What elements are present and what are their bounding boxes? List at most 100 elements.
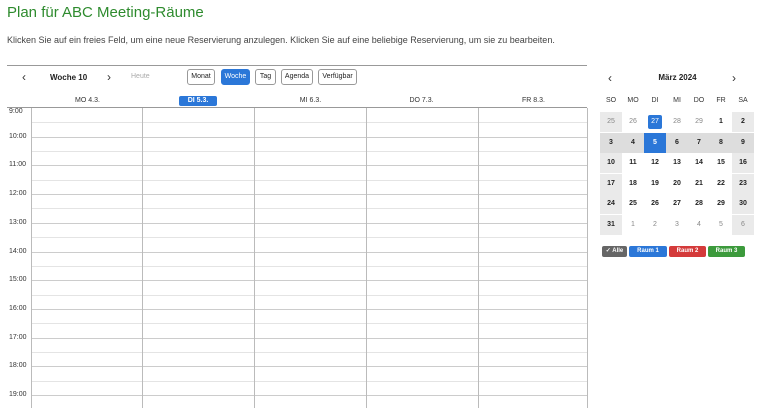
hour-label: 13:00	[9, 218, 27, 226]
legend-room-filter[interactable]: Raum 1	[629, 246, 667, 257]
next-week-icon[interactable]: ›	[107, 71, 111, 83]
hour-line	[31, 395, 587, 396]
hour-line	[31, 337, 587, 339]
hour-label: 10:00	[9, 132, 27, 140]
view-month-button[interactable]: Monat	[187, 69, 215, 85]
mini-day-cell[interactable]: 15	[710, 153, 732, 173]
hour-line	[31, 222, 587, 224]
half-hour-line	[31, 351, 587, 353]
mini-day-cell[interactable]: 6	[666, 132, 688, 153]
time-grid[interactable]: 9:00 10:00 11:00 12:00 13:00 14:00 15:00 16:00 1…	[7, 107, 588, 408]
legend-label: Alle	[612, 248, 624, 254]
day-column-divider	[478, 108, 479, 408]
hour-line	[31, 308, 587, 310]
mini-day-cell[interactable]: 20	[666, 174, 688, 194]
mini-weekday-row: SO MO DI MI DO FR SA	[600, 94, 755, 112]
mini-day-cell[interactable]: 31	[600, 214, 622, 235]
next-month-icon[interactable]: ›	[732, 72, 736, 84]
mini-day-cell[interactable]: 1	[710, 112, 732, 132]
mini-day-cell[interactable]: 27	[666, 194, 688, 214]
mini-day-cell[interactable]: 24	[600, 194, 622, 214]
mini-day-cell[interactable]: 7	[688, 132, 710, 153]
mini-day-cell[interactable]: 3	[666, 215, 688, 235]
mini-day-cell[interactable]: 5	[644, 132, 666, 153]
mini-weekday-header: SA	[738, 97, 748, 104]
mini-day-cell[interactable]: 26	[644, 194, 666, 214]
hour-label: 18:00	[9, 362, 27, 370]
legend-room-filter[interactable]: Raum 3	[708, 246, 745, 257]
mini-day-cell[interactable]: 3	[600, 132, 622, 153]
mini-weekday-header: DI	[651, 97, 659, 104]
mini-day-cell[interactable]: 2	[732, 112, 754, 132]
hour-line	[31, 136, 587, 138]
day-column-divider	[142, 108, 143, 408]
mini-day-cell[interactable]: 1	[622, 215, 644, 235]
mini-day-cell[interactable]: 9	[732, 132, 754, 153]
view-availability-button[interactable]: Verfügbar	[318, 69, 357, 85]
day-header-row: MO 4.3. DI 5.3. MI 6.3. DO 7.3. FR 8.3.	[7, 94, 587, 108]
mini-day-cell[interactable]: 29	[710, 194, 732, 214]
mini-weekday-header: FR	[716, 97, 726, 104]
week-calendar: MO 4.3. DI 5.3. MI 6.3. DO 7.3. FR 8.3. …	[7, 94, 588, 408]
mini-day-cell[interactable]: 12	[644, 153, 666, 173]
hour-label: 9:00	[9, 108, 23, 115]
mini-day-cell[interactable]: 23	[732, 173, 754, 194]
half-hour-line	[31, 265, 587, 267]
view-week-button[interactable]: Woche	[221, 69, 250, 85]
mini-weekday-header: MO	[627, 97, 639, 104]
mini-week-row: 24 25 26 27 28 29 30	[600, 194, 755, 215]
half-hour-line	[31, 323, 587, 325]
mini-day-cell[interactable]: 29	[688, 112, 710, 132]
hour-label: 11:00	[9, 161, 26, 169]
day-header-fri: FR 8.3.	[522, 97, 545, 104]
day-column-divider	[31, 108, 32, 408]
mini-day-cell[interactable]: 28	[666, 112, 688, 132]
hour-label: 16:00	[9, 304, 27, 312]
mini-day-cell[interactable]: 11	[622, 153, 644, 173]
mini-day-cell[interactable]: 14	[688, 153, 710, 173]
page-instructions: Klicken Sie auf ein freies Feld, um eine…	[7, 35, 555, 45]
day-header-tue: DI 5.3.	[179, 96, 217, 106]
mini-day-cell[interactable]: 2	[644, 215, 666, 235]
mini-day-cell[interactable]: 30	[732, 194, 754, 214]
legend-all-filter[interactable]: ✓ Alle	[602, 246, 627, 257]
mini-calendar-grid: SO MO DI MI DO FR SA 25 26 27 28 29 1 2 3 4 5 6 7 8 9 10 11 12 1…	[600, 94, 755, 235]
mini-day-cell[interactable]: 17	[600, 173, 622, 194]
mini-day-cell[interactable]: 22	[710, 174, 732, 194]
mini-day-cell[interactable]: 26	[622, 112, 644, 132]
mini-day-cell[interactable]: 28	[688, 194, 710, 214]
week-toolbar: ‹ Woche 10 › Heute Monat Woche Tag Agend…	[7, 65, 587, 89]
half-hour-line	[31, 122, 587, 124]
mini-week-row: 25 26 27 28 29 1 2	[600, 112, 755, 133]
hour-label: 15:00	[9, 276, 27, 284]
mini-day-cell[interactable]: 5	[710, 215, 732, 235]
prev-week-icon[interactable]: ‹	[22, 71, 26, 83]
mini-weekday-header: DO	[693, 97, 705, 104]
mini-day-cell[interactable]: 21	[688, 174, 710, 194]
today-button[interactable]: Heute	[131, 73, 150, 80]
mini-day-cell[interactable]: 6	[732, 214, 754, 235]
mini-day-cell[interactable]: 18	[622, 174, 644, 194]
mini-day-cell[interactable]: 27	[644, 112, 666, 132]
day-column-divider	[254, 108, 255, 408]
mini-day-cell[interactable]: 8	[710, 132, 732, 153]
mini-day-cell[interactable]: 4	[688, 215, 710, 235]
view-day-button[interactable]: Tag	[255, 69, 276, 85]
half-hour-line	[31, 237, 587, 239]
hour-line	[31, 194, 587, 196]
mini-day-cell[interactable]: 25	[622, 194, 644, 214]
view-agenda-button[interactable]: Agenda	[281, 69, 313, 85]
hour-line	[31, 366, 587, 368]
mini-day-cell[interactable]: 16	[732, 153, 754, 173]
mini-day-cell[interactable]: 4	[622, 132, 644, 153]
legend-label: Raum 1	[637, 248, 659, 254]
legend-room-filter[interactable]: Raum 2	[669, 246, 706, 257]
half-hour-line	[31, 208, 587, 210]
mini-day-cell[interactable]: 19	[644, 174, 666, 194]
half-hour-line	[31, 151, 587, 153]
half-hour-line	[31, 380, 587, 382]
mini-day-cell[interactable]: 25	[600, 112, 622, 132]
mini-day-cell[interactable]: 10	[600, 153, 622, 173]
mini-day-cell[interactable]: 13	[666, 153, 688, 173]
day-column-divider	[587, 108, 588, 408]
